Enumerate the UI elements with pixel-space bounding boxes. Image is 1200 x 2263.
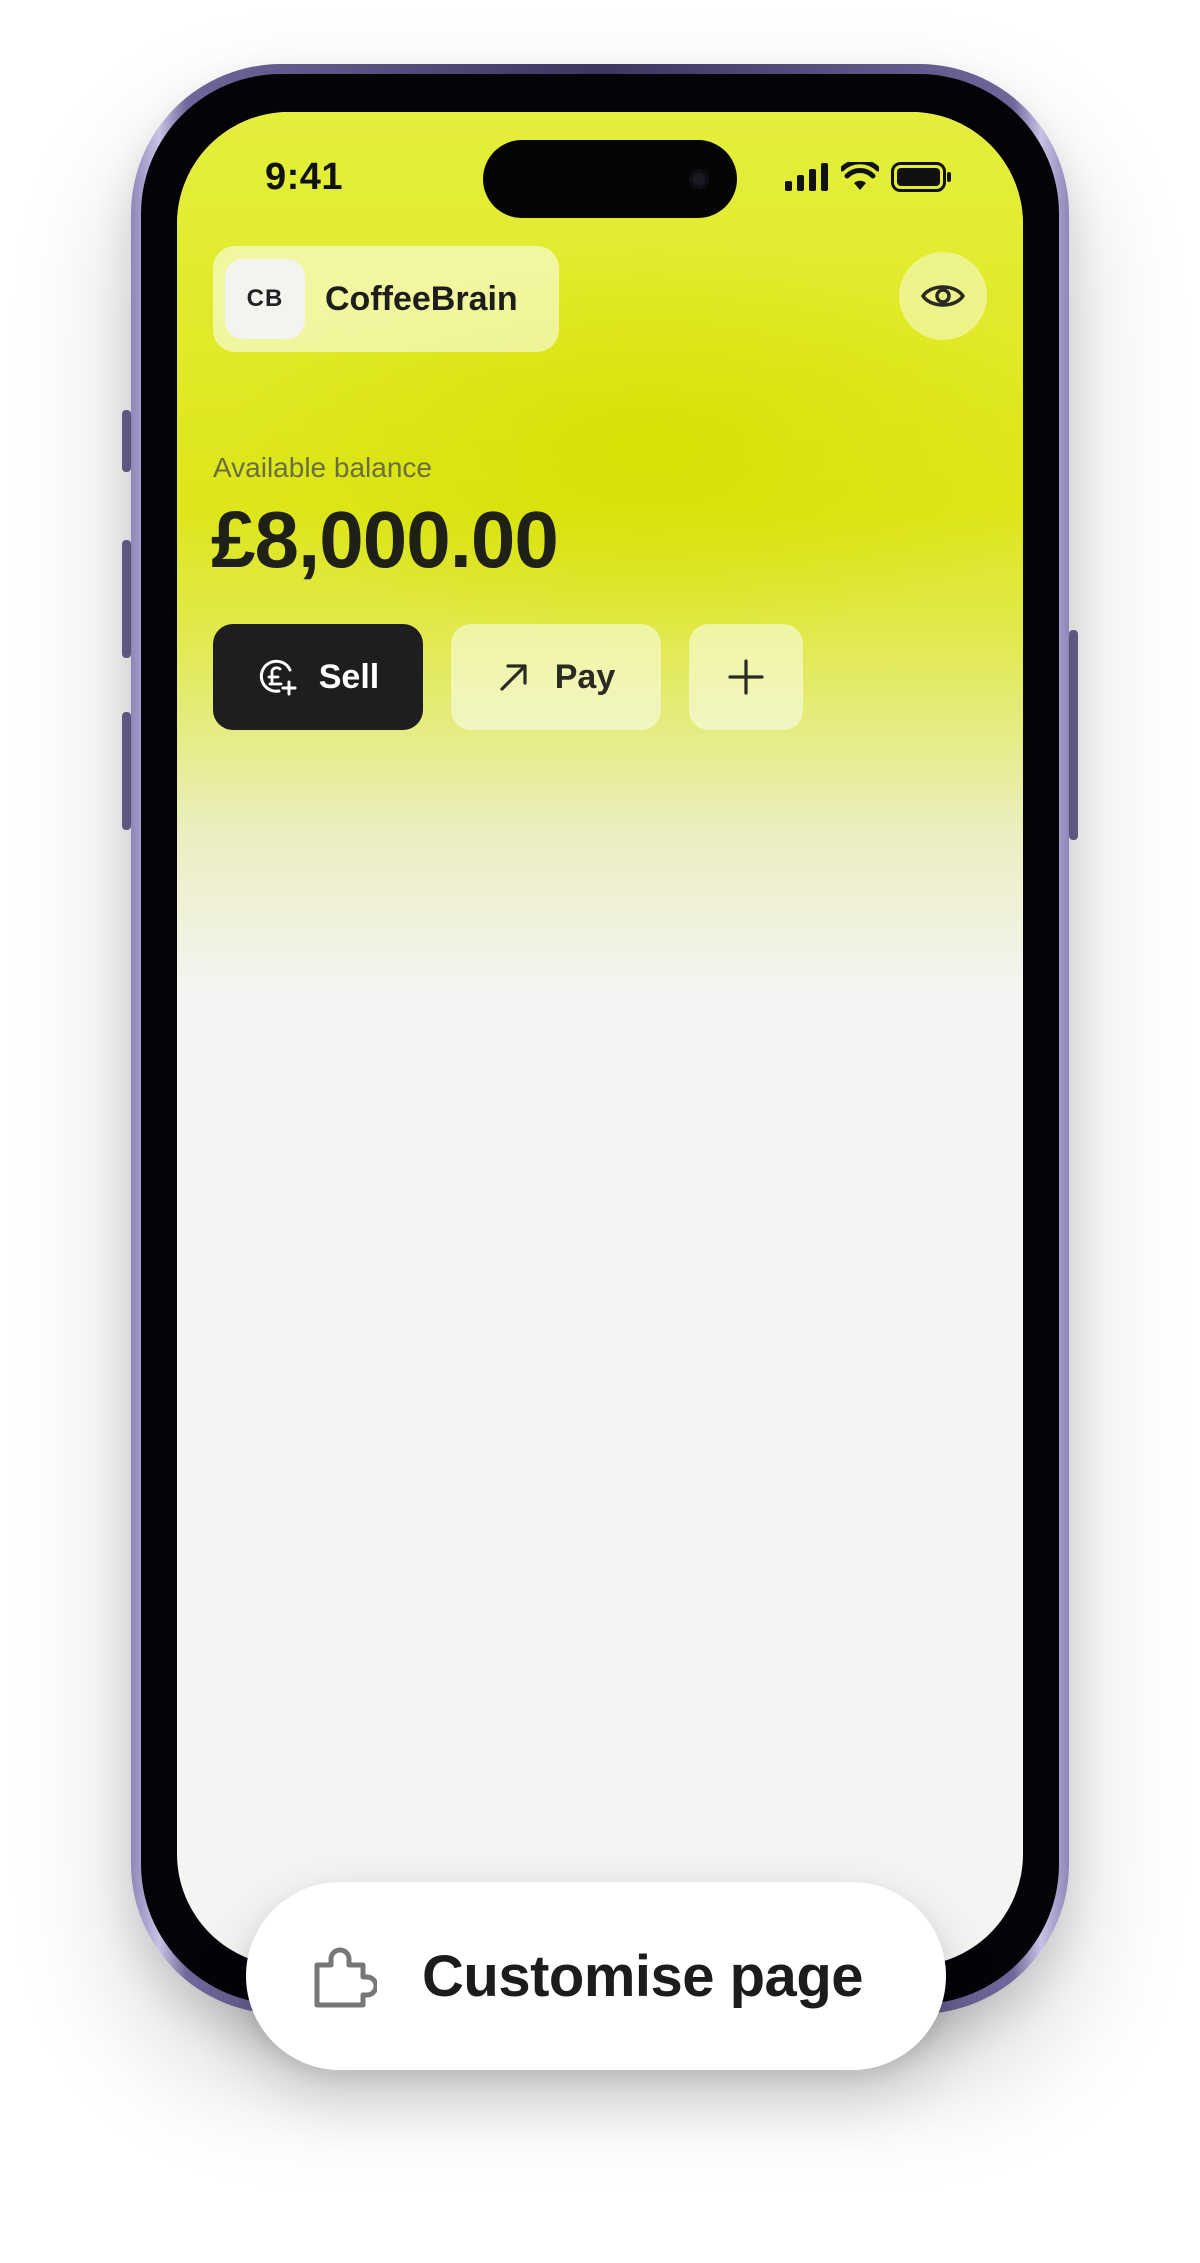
puzzle-icon — [314, 1947, 377, 2008]
dynamic-island — [483, 140, 737, 218]
arrow-up-right-icon — [500, 664, 527, 691]
stage: 9:41 CB CoffeeBrain Available balance £8… — [0, 0, 1200, 2263]
pound-plus-icon — [259, 659, 297, 696]
plus-icon — [728, 659, 764, 695]
sell-button[interactable]: Sell — [213, 624, 423, 730]
phone-screen: 9:41 CB CoffeeBrain Available balance £8… — [177, 112, 1023, 1966]
status-icons — [785, 162, 953, 192]
phone-frame: 9:41 CB CoffeeBrain Available balance £8… — [131, 64, 1069, 2014]
action-buttons: Sell Pay — [213, 624, 803, 730]
signal-icon — [785, 163, 828, 191]
account-name: CoffeeBrain — [325, 279, 518, 318]
puzzle-icon-wrap — [306, 1940, 378, 2012]
wifi-icon — [841, 162, 879, 190]
customise-page-label: Customise page — [422, 1943, 864, 2009]
sell-label: Sell — [318, 657, 380, 696]
mute-switch — [122, 410, 131, 472]
battery-icon — [891, 162, 951, 192]
customise-page-button[interactable]: Customise page — [246, 1882, 946, 2070]
status-time: 9:41 — [265, 156, 344, 198]
pay-label: Pay — [554, 657, 616, 696]
balance-value: £8,000.00 — [211, 495, 559, 584]
account-switcher[interactable]: CB CoffeeBrain — [213, 246, 559, 352]
pay-button[interactable]: Pay — [451, 624, 661, 730]
avatar: CB — [225, 259, 305, 339]
power-button — [1069, 630, 1078, 840]
balance-label: Available balance — [213, 452, 432, 483]
toggle-balance-visibility-button[interactable] — [899, 252, 987, 340]
phone-bezel: 9:41 CB CoffeeBrain Available balance £8… — [141, 74, 1059, 2004]
volume-up-button — [122, 540, 131, 658]
front-camera-icon — [689, 169, 709, 189]
add-button[interactable] — [689, 624, 803, 730]
eye-icon — [921, 285, 965, 307]
volume-down-button — [122, 712, 131, 830]
